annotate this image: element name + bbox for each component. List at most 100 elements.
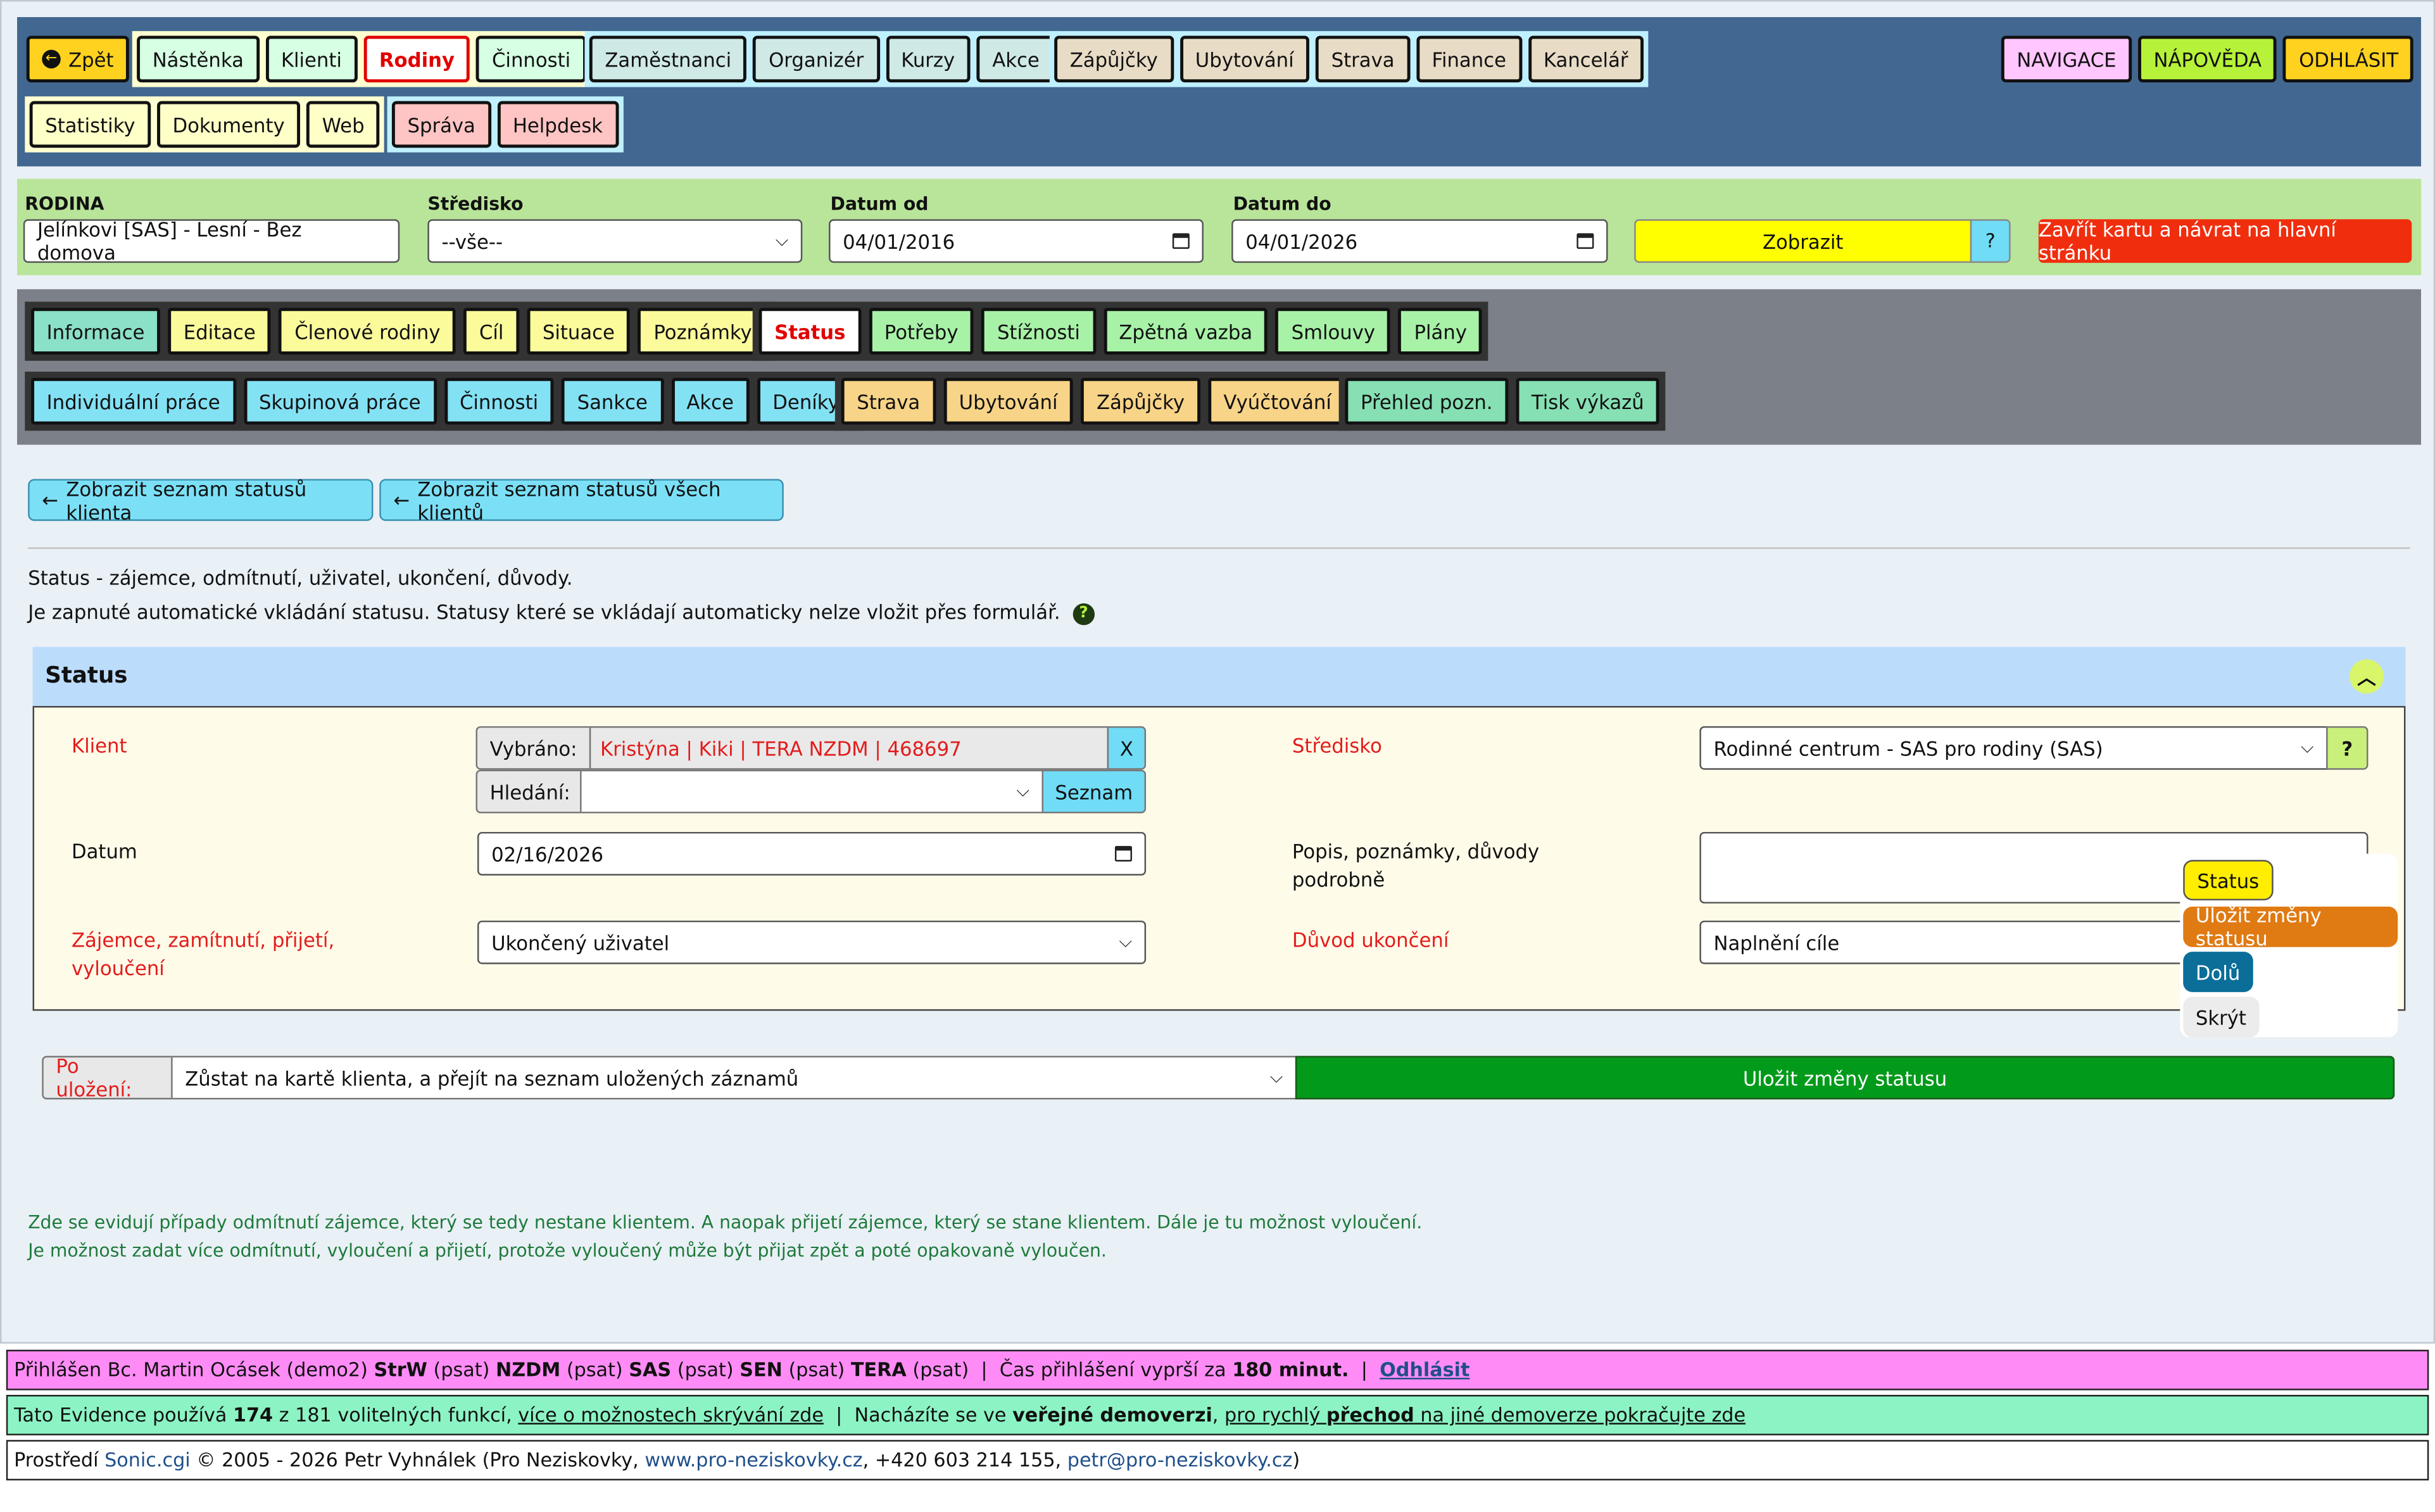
nav-sprava[interactable]: Správa (391, 101, 491, 148)
page: ← Zpět Nástěnka Klienti Rodiny Činnosti … (0, 0, 2435, 1344)
chevron-down-icon: ⌵ (2301, 737, 2314, 758)
nav-statistiky[interactable]: Statistiky (29, 101, 151, 148)
nav-cinnosti[interactable]: Činnosti (476, 35, 586, 83)
tab-zapujcky[interactable]: Zápůjčky (1081, 377, 1200, 425)
klient-label: Klient (71, 734, 127, 758)
tab-informace[interactable]: Informace (31, 308, 160, 355)
tabs-group-services: Strava Ubytování Zápůjčky Vyúčtování (834, 371, 1354, 431)
top-navigation: ← Zpět Nástěnka Klienti Rodiny Činnosti … (17, 17, 2421, 167)
tab-smlouvy[interactable]: Smlouvy (1276, 308, 1391, 355)
quick-status-button[interactable]: Status (2183, 860, 2274, 901)
nav-finance[interactable]: Finance (1416, 35, 1522, 83)
vybrano-label: Vybráno: (475, 726, 591, 770)
nav-strava[interactable]: Strava (1316, 35, 1411, 83)
calendar-icon (1576, 233, 1594, 249)
footer-features: Tato Evidence používá 174 z 181 voliteln… (6, 1395, 2429, 1435)
nav-napoveda[interactable]: NÁPOVĚDA (2137, 35, 2277, 83)
tab-plany[interactable]: Plány (1398, 308, 1483, 355)
note-line-2: Je možnost zadat více odmítnutí, vylouče… (28, 1239, 1107, 1261)
tab-tisk-vykazu[interactable]: Tisk výkazů (1516, 377, 1660, 425)
arrow-left-circle-icon: ← (42, 49, 61, 69)
save-status-button[interactable]: Uložit změny statusu (1295, 1055, 2395, 1100)
nav-zapujcky[interactable]: Zápůjčky (1054, 35, 1174, 83)
nav-nastenka[interactable]: Nástěnka (137, 35, 260, 83)
tab-stiznosti[interactable]: Stížnosti (981, 308, 1096, 355)
nav-akce[interactable]: Akce (976, 35, 1055, 83)
nav-zamestnanci[interactable]: Zaměstnanci (589, 35, 747, 83)
tab-prehled-pozn[interactable]: Přehled pozn. (1345, 377, 1509, 425)
logout-link[interactable]: Odhlásit (1380, 1359, 1469, 1381)
after-save-select[interactable]: Zůstat na kartě klienta, a přejít na sez… (171, 1055, 1297, 1100)
tab-strava[interactable]: Strava (841, 377, 936, 425)
seznam-button[interactable]: Seznam (1041, 769, 1147, 814)
rodina-field[interactable]: Jelínkovi [SAS] - Lesní - Bez domova (23, 218, 400, 265)
tab-zpetna-vazba[interactable]: Zpětná vazba (1103, 308, 1268, 355)
nav-dokumenty[interactable]: Dokumenty (156, 101, 301, 148)
stredisko-select[interactable]: --vše-- ⌵ (427, 219, 803, 263)
tab-skupinova-prace[interactable]: Skupinová práce (243, 377, 437, 425)
tab-ubytovani[interactable]: Ubytování (943, 377, 1074, 425)
nav-rodiny[interactable]: Rodiny (363, 35, 470, 83)
sonic-link[interactable]: Sonic.cgi (104, 1449, 191, 1471)
tab-cil[interactable]: Cíl (463, 308, 519, 355)
zajemce-select[interactable]: Ukončený uživatel ⌵ (477, 920, 1147, 964)
clear-client-button[interactable]: X (1107, 726, 1147, 770)
tab-vyuctovani[interactable]: Vyúčtování (1207, 377, 1347, 425)
zajemce-label: Zájemce, zamítnutí, přijetí, vyloučení (71, 928, 335, 980)
nav-helpdesk[interactable]: Helpdesk (497, 101, 619, 148)
tab-status[interactable]: Status (758, 308, 861, 355)
filter-help-button[interactable]: ? (1970, 219, 2011, 263)
tab-individualni-prace[interactable]: Individuální práce (31, 377, 236, 425)
quick-save-button[interactable]: Uložit změny statusu (2183, 904, 2398, 950)
tab-akce[interactable]: Akce (670, 377, 750, 425)
tabs-group-reports: Přehled pozn. Tisk výkazů (1338, 371, 1666, 431)
save-bar: Po uložení: Zůstat na kartě klienta, a p… (42, 1054, 2395, 1101)
tabs-group-work: Individuální práce Skupinová práce Činno… (25, 371, 862, 431)
email-link[interactable]: petr@pro-neziskovky.cz (1067, 1449, 1293, 1471)
duvod-label: Důvod ukončení (1292, 928, 1449, 952)
nav-klienti[interactable]: Klienti (265, 35, 358, 83)
hiding-options-link[interactable]: více o možnostech skrývání zde (518, 1404, 824, 1426)
question-icon[interactable]: ? (1073, 602, 1095, 625)
nav-organizer[interactable]: Organizér (753, 35, 879, 83)
rodina-label: RODINA (25, 192, 104, 215)
divider (28, 547, 2410, 549)
tab-clenove-rodiny[interactable]: Členové rodiny (279, 308, 456, 355)
datum-do-input[interactable]: 04/01/2026 (1231, 219, 1608, 263)
datum-od-input[interactable]: 04/01/2016 (829, 219, 1204, 263)
chevron-down-icon: ⌵ (1269, 1066, 1283, 1087)
datum-input[interactable]: 02/16/2026 (477, 831, 1147, 876)
family-tabs: Informace Editace Členové rodiny Cíl Sit… (17, 289, 2421, 445)
all-status-list-button[interactable]: ← Zobrazit seznam statusů všech klientů (379, 477, 784, 523)
intro-line-2: Je zapnuté automatické vkládání statusu.… (28, 600, 1095, 625)
back-button[interactable]: ← Zpět (26, 35, 130, 83)
quick-hide-button[interactable]: Skrýt (2183, 997, 2259, 1038)
demo-switch-link[interactable]: pro rychlý přechod na jiné demoverze pok… (1224, 1404, 1746, 1426)
client-status-list-button[interactable]: ← Zobrazit seznam statusů klienta (28, 477, 374, 523)
quick-down-button[interactable]: Dolů (2183, 952, 2253, 992)
stredisko-help-button[interactable]: ? (2326, 726, 2369, 770)
chevron-down-icon: ⌵ (1119, 931, 1132, 952)
tab-potreby[interactable]: Potřeby (869, 308, 974, 355)
stredisko-form-select[interactable]: Rodinné centrum - SAS pro rodiny (SAS) ⌵ (1699, 726, 2328, 770)
tab-cinnosti[interactable]: Činnosti (444, 377, 554, 425)
nav-group-services: Zápůjčky Ubytování Strava Finance Kancel… (1049, 31, 1649, 87)
tab-sankce[interactable]: Sankce (562, 377, 664, 425)
nav-kurzy[interactable]: Kurzy (885, 35, 971, 83)
nav-ubytovani[interactable]: Ubytování (1180, 35, 1310, 83)
tab-poznamky[interactable]: Poznámky (638, 308, 768, 355)
hledani-label: Hledání: (475, 769, 582, 814)
tab-situace[interactable]: Situace (527, 308, 631, 355)
chevron-up-icon[interactable]: ︿ (2350, 659, 2384, 694)
website-link[interactable]: www.pro-neziskovky.cz (645, 1449, 862, 1471)
nav-kancelar[interactable]: Kancelář (1528, 35, 1644, 83)
nav-navigace[interactable]: NAVIGACE (2001, 35, 2132, 83)
client-search-select[interactable]: ⌵ (580, 769, 1043, 814)
nav-web[interactable]: Web (306, 101, 381, 148)
tab-editace[interactable]: Editace (168, 308, 272, 355)
close-card-button[interactable]: Zavřít kartu a návrat na hlavní stránku (2038, 218, 2412, 265)
zobrazit-button[interactable]: Zobrazit (1634, 219, 1972, 263)
arrow-left-icon: ← (393, 488, 410, 512)
nav-odhlasit[interactable]: ODHLÁSIT (2283, 35, 2414, 83)
tabs-group-status: Status Potřeby Stížnosti Zpětná vazba Sm… (752, 301, 1489, 361)
